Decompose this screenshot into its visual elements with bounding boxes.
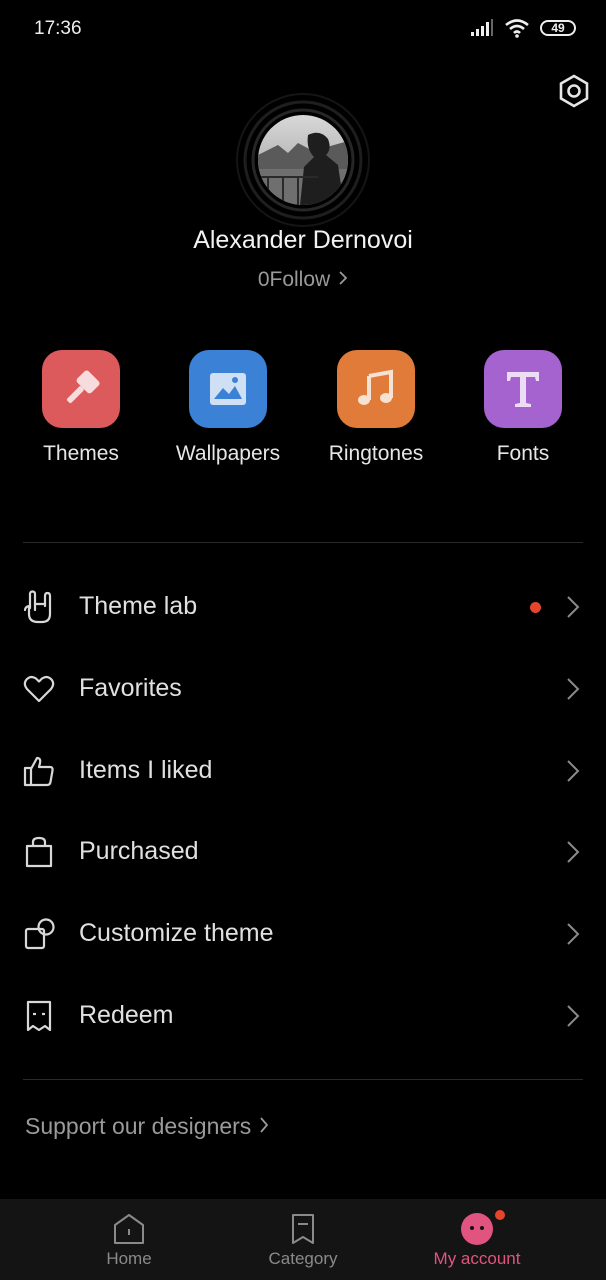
chevron-right-icon	[567, 759, 580, 782]
category-ringtones[interactable]: Ringtones	[306, 350, 446, 466]
shopping-bag-icon	[25, 837, 53, 868]
image-icon	[189, 350, 267, 428]
menu-item-redeem[interactable]: Redeem	[0, 975, 606, 1057]
divider	[23, 542, 583, 543]
support-label: Support our designers	[25, 1113, 252, 1139]
nav-label: Home	[106, 1249, 152, 1268]
account-menu: Theme lab Favorites Items I liked Purcha…	[0, 566, 606, 1057]
profile-name: Alexander Dernovoi	[193, 226, 413, 254]
nav-home[interactable]: Home	[49, 1199, 209, 1280]
menu-item-label: Redeem	[79, 1000, 174, 1029]
nav-label: My account	[433, 1249, 521, 1268]
status-bar: 17:36 49	[0, 0, 606, 60]
bottom-nav: Home Category My account	[0, 1199, 606, 1280]
menu-item-customize-theme[interactable]: Customize theme	[0, 893, 606, 975]
chevron-right-icon	[567, 923, 580, 945]
category-fonts[interactable]: Fonts	[453, 350, 593, 466]
music-note-icon	[337, 350, 415, 428]
chevron-right-icon	[567, 841, 580, 864]
menu-item-theme-lab[interactable]: Theme lab	[0, 566, 606, 648]
category-label: Themes	[43, 442, 119, 465]
chevron-right-icon	[338, 268, 348, 292]
support-designers-link[interactable]: Support our designers	[25, 1113, 269, 1140]
signal-icon	[471, 19, 493, 36]
menu-item-favorites[interactable]: Favorites	[0, 648, 606, 730]
category-themes[interactable]: Themes	[11, 350, 151, 466]
customize-shapes-icon	[24, 918, 55, 950]
nav-label: Category	[268, 1249, 338, 1268]
settings-hexagon-icon	[559, 74, 589, 108]
home-icon	[114, 1214, 144, 1244]
notification-dot	[530, 602, 541, 613]
chevron-right-icon	[567, 1005, 580, 1027]
hand-rock-icon	[23, 590, 52, 624]
chevron-right-icon	[567, 596, 580, 618]
status-time: 17:36	[34, 18, 82, 39]
menu-item-items-liked[interactable]: Items I liked	[0, 730, 606, 812]
menu-item-label: Theme lab	[79, 592, 198, 620]
follow-link[interactable]: 0Follow	[0, 268, 606, 292]
menu-item-label: Items I liked	[79, 755, 213, 784]
bookmark-icon	[292, 1214, 314, 1244]
category-label: Fonts	[496, 442, 550, 465]
menu-item-label: Favorites	[79, 673, 182, 702]
wifi-icon	[505, 19, 529, 38]
battery-indicator: 49	[540, 20, 576, 36]
paint-brush-icon	[42, 350, 120, 428]
chevron-right-icon	[567, 678, 580, 700]
font-t-icon	[484, 350, 562, 428]
heart-icon	[23, 675, 55, 702]
category-label: Wallpapers	[175, 442, 281, 465]
avatar-ring[interactable]	[235, 92, 371, 228]
menu-item-purchased[interactable]: Purchased	[0, 811, 606, 893]
menu-item-label: Customize theme	[79, 919, 274, 948]
account-face-icon	[461, 1210, 505, 1245]
chevron-right-icon	[259, 1113, 269, 1140]
category-shortcuts: Themes Wallpapers Ringtones Fonts	[0, 350, 606, 480]
divider	[23, 1079, 583, 1080]
follow-label: 0Follow	[257, 268, 331, 291]
category-label: Ringtones	[328, 442, 424, 465]
nav-my-account[interactable]: My account	[397, 1199, 557, 1280]
menu-item-label: Purchased	[79, 837, 199, 866]
coupon-icon	[26, 1000, 52, 1032]
status-icons: 49	[470, 18, 576, 38]
category-wallpapers[interactable]: Wallpapers	[158, 350, 298, 466]
nav-category[interactable]: Category	[223, 1199, 383, 1280]
settings-button[interactable]	[556, 73, 592, 109]
thumbs-up-icon	[23, 756, 54, 786]
avatar	[258, 115, 348, 205]
notification-dot	[495, 1210, 505, 1220]
